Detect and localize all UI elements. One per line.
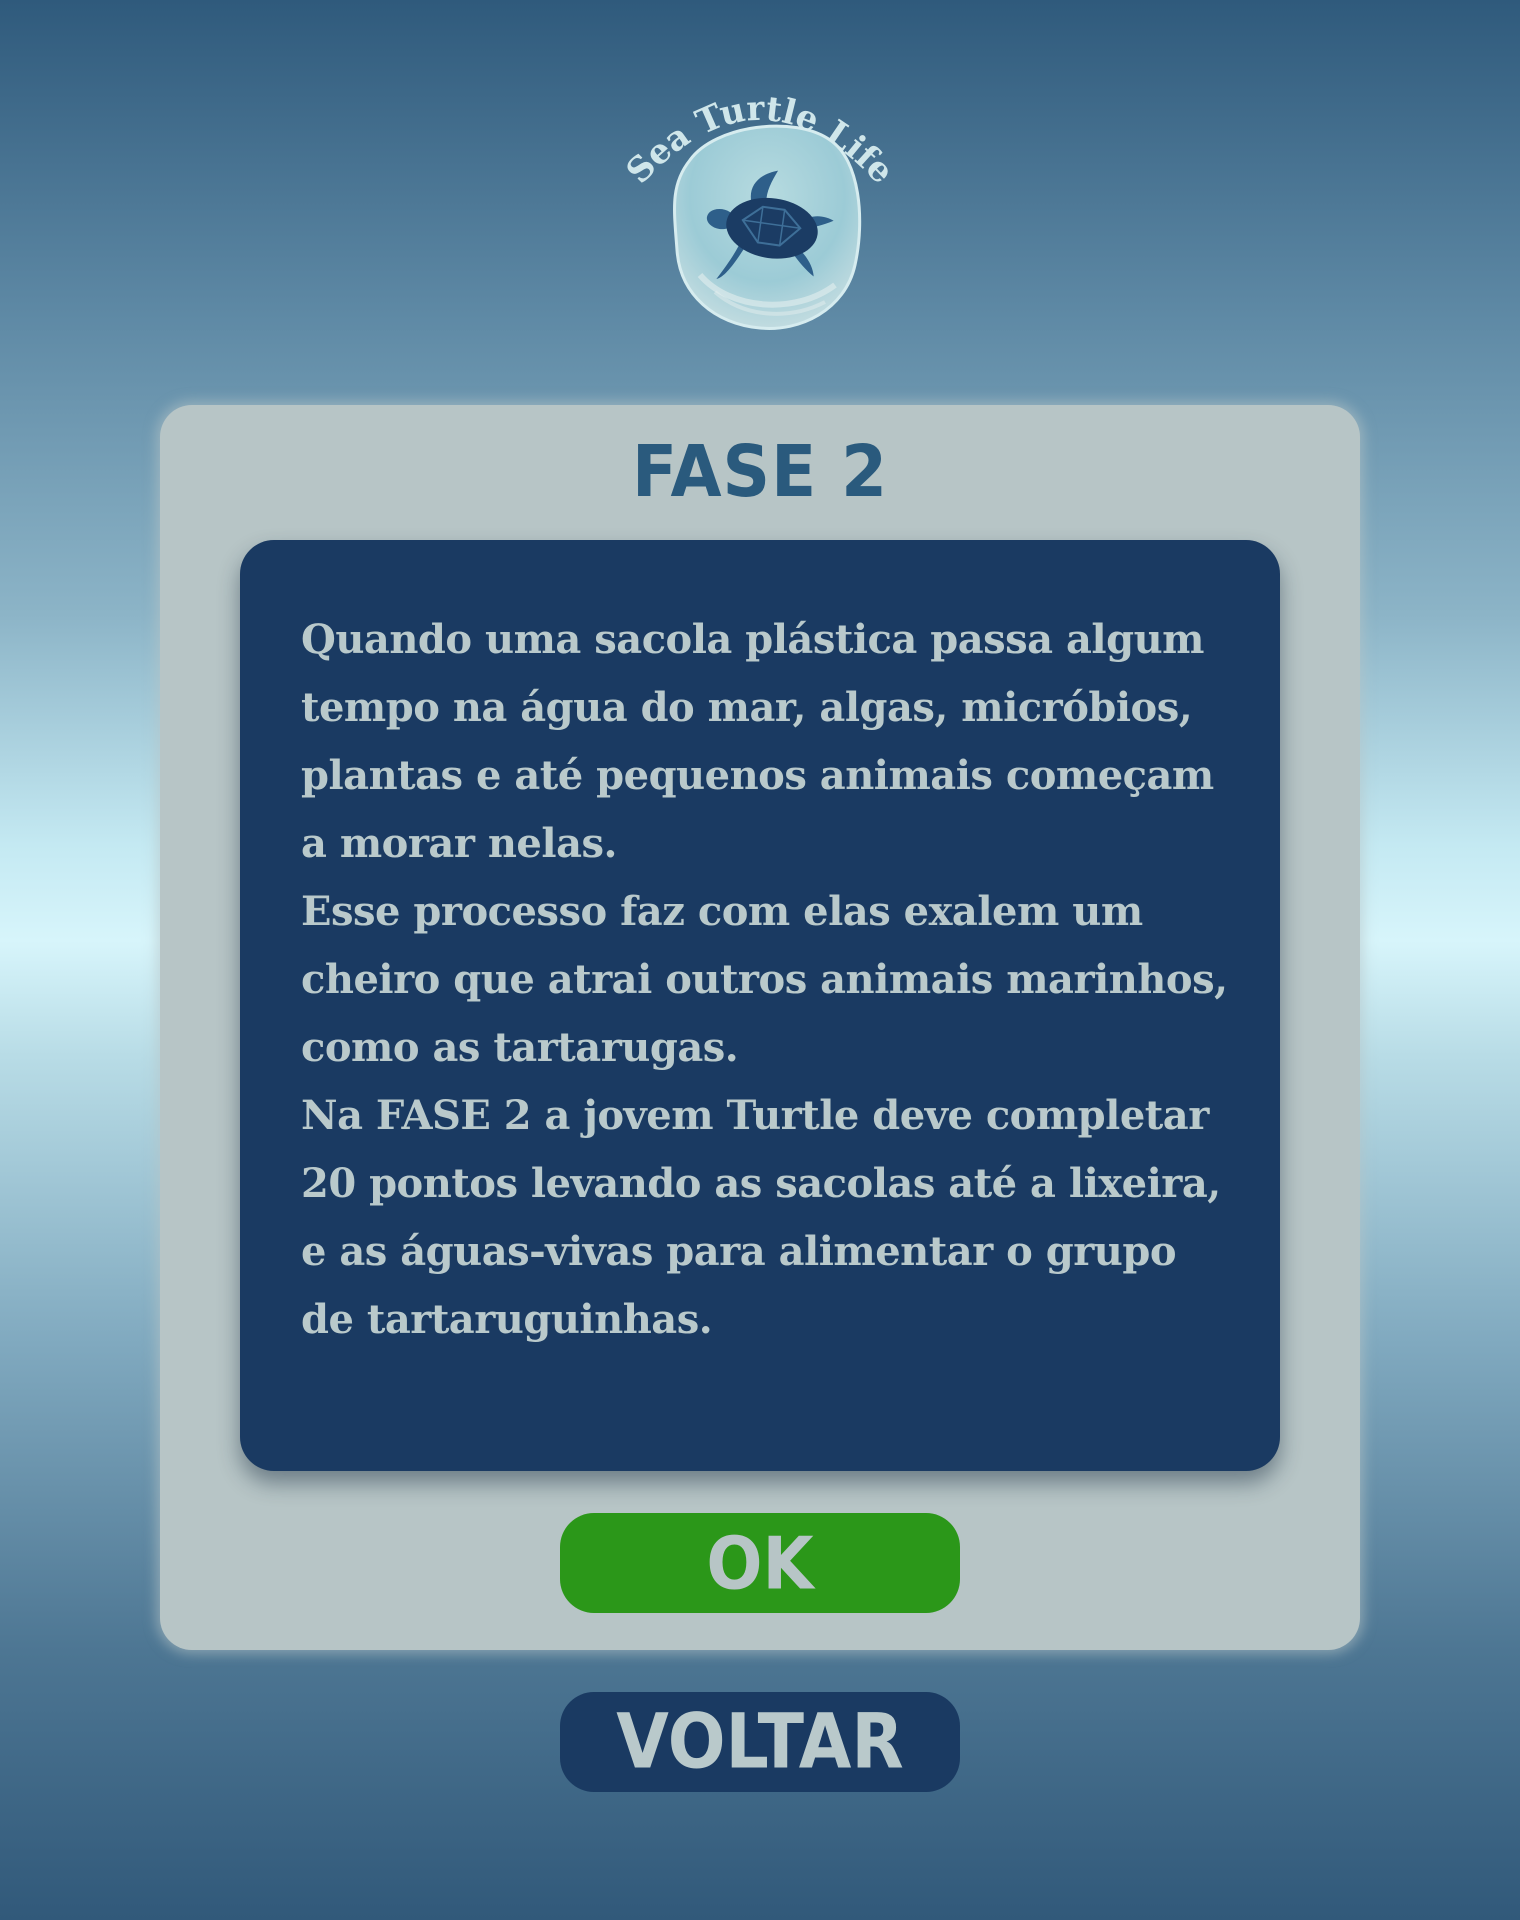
ok-button[interactable]: OK bbox=[560, 1513, 960, 1613]
phase-description: Quando uma sacola plástica passa algum t… bbox=[301, 616, 1228, 1343]
back-button-label: VOLTAR bbox=[616, 1697, 904, 1787]
ok-button-label: OK bbox=[706, 1520, 814, 1606]
dialog-title: FASE 2 bbox=[631, 429, 889, 514]
info-panel: Quando uma sacola plástica passa algum t… bbox=[240, 540, 1280, 1471]
back-button[interactable]: VOLTAR bbox=[560, 1692, 960, 1792]
sea-turtle-life-logo: Sea Turtle Life bbox=[620, 70, 900, 340]
sea-turtle-icon: Sea Turtle Life bbox=[620, 89, 900, 330]
phase-dialog: FASE 2 Quando uma sacola plástica passa … bbox=[160, 405, 1360, 1650]
